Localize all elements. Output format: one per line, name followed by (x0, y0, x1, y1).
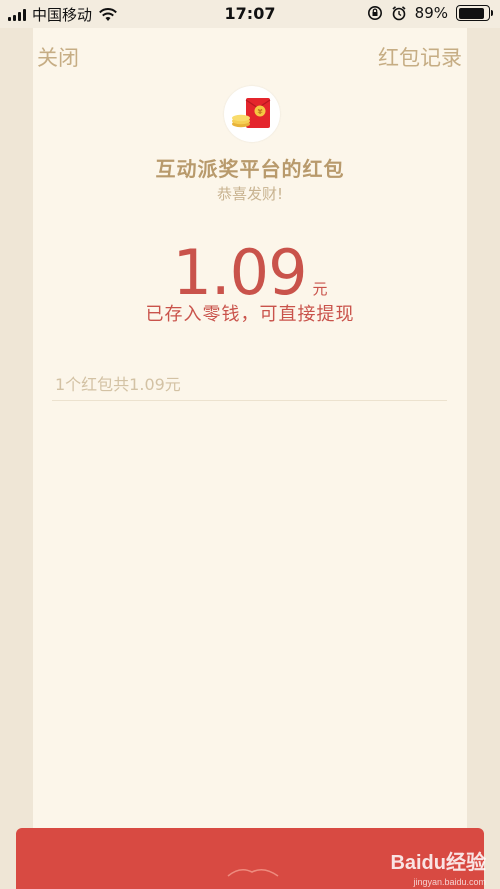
summary-divider (52, 400, 447, 401)
watermark-url: jingyan.baidu.com (413, 877, 486, 887)
packet-greeting: 恭喜发财! (216, 185, 283, 203)
status-bar: 中国移动 17:07 89% (0, 0, 500, 28)
battery-percent: 89% (414, 4, 448, 22)
deposit-note[interactable]: 已存入零钱，可直接提现 (0, 300, 500, 326)
close-button[interactable]: 关闭 (37, 42, 79, 72)
amount-unit: 元 (312, 280, 328, 298)
packet-amount: 1.09 (172, 236, 307, 309)
battery-level (458, 7, 485, 19)
packet-title: 互动派奖平台的红包 (155, 157, 345, 181)
alarm-icon (392, 6, 406, 21)
packet-summary: 1个红包共1.09元 (55, 375, 181, 394)
red-packet-records-button[interactable]: 红包记录 (378, 42, 462, 72)
battery-icon (456, 5, 493, 21)
status-right: 89% (367, 4, 493, 22)
amount-row: 1.09 元 (0, 236, 500, 309)
svg-text:¥: ¥ (258, 108, 263, 116)
sender-avatar: ¥ (224, 86, 280, 142)
watermark-brand: Baidu经验 (390, 852, 486, 874)
red-envelope-coin-icon: ¥ (232, 98, 271, 128)
pull-handle-icon (227, 868, 279, 877)
orientation-lock-icon (367, 6, 382, 20)
